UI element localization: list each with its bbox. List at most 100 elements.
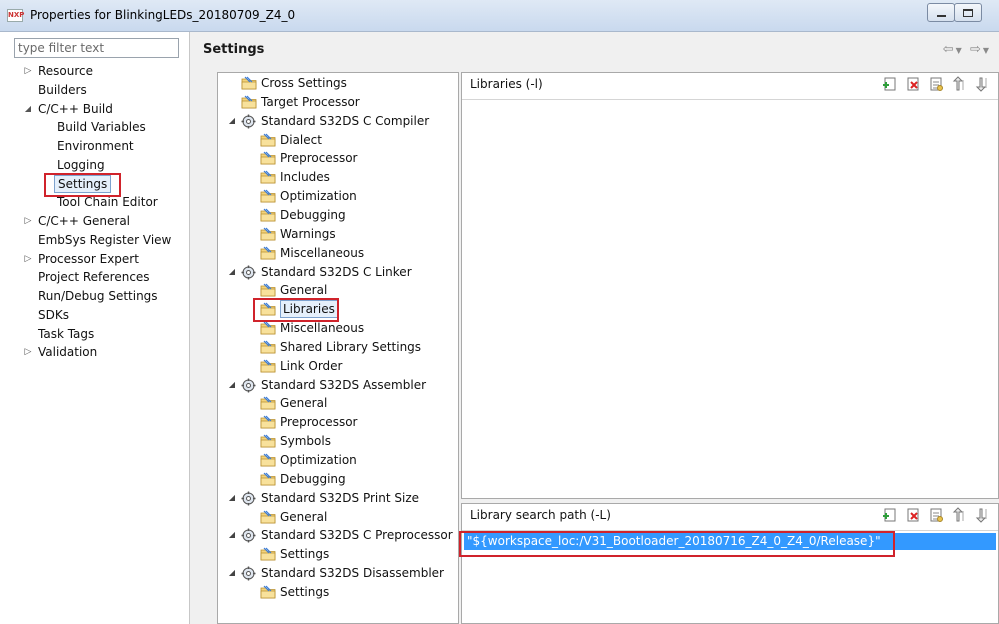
- tool-tree-item-includes[interactable]: Includes: [218, 168, 458, 186]
- tool-tree-item-warnings[interactable]: Warnings: [218, 225, 458, 243]
- tool-tree-item-preprocessor[interactable]: Preprocessor: [218, 413, 458, 431]
- tree-item-validation[interactable]: Validation: [38, 343, 97, 361]
- expanded-twisty-icon[interactable]: [227, 112, 237, 130]
- expanded-twisty-icon[interactable]: [227, 564, 237, 582]
- delete-icon[interactable]: [905, 76, 921, 92]
- expanded-twisty-icon[interactable]: [227, 526, 237, 544]
- tool-tree-item-dialect[interactable]: Dialect: [218, 131, 458, 149]
- tool-tree-item-settings[interactable]: Settings: [218, 583, 458, 601]
- tool-tree-item-optimization[interactable]: Optimization: [218, 187, 458, 205]
- collapsed-twisty-icon[interactable]: [23, 62, 33, 80]
- libraries-group: Libraries (-l): [461, 72, 999, 499]
- tool-tree-item-label: Optimization: [280, 189, 357, 204]
- library-path-row[interactable]: "${workspace_loc:/V31_Bootloader_2018071…: [464, 533, 996, 550]
- tree-item-settings[interactable]: Settings: [54, 174, 112, 193]
- tool-tree-item-general[interactable]: General: [218, 281, 458, 299]
- tree-item-label: Builders: [38, 82, 87, 97]
- forward-menu-chevron-icon[interactable]: ▼: [983, 46, 991, 55]
- tool-gear-icon: [241, 491, 256, 506]
- option-folder-icon: [260, 302, 276, 316]
- tool-tree-item-miscellaneous[interactable]: Miscellaneous: [218, 244, 458, 262]
- tool-tree-item-settings[interactable]: Settings: [218, 545, 458, 563]
- edit-icon[interactable]: [928, 76, 944, 92]
- option-folder-icon: [260, 415, 276, 429]
- tool-settings-tree: Cross Settings Target Processor Standard S…: [217, 72, 459, 624]
- tool-tree-item-debugging[interactable]: Debugging: [218, 470, 458, 488]
- tool-tree-item-miscellaneous[interactable]: Miscellaneous: [218, 319, 458, 337]
- back-menu-chevron-icon[interactable]: ▼: [956, 46, 964, 55]
- tool-tree-item-target-processor[interactable]: Target Processor: [218, 93, 458, 111]
- tool-tree-item-standard-s32ds-print-size[interactable]: Standard S32DS Print Size: [218, 489, 458, 507]
- tool-tree-item-standard-s32ds-c-compiler[interactable]: Standard S32DS C Compiler: [218, 112, 458, 130]
- add-icon[interactable]: [882, 507, 898, 523]
- collapsed-twisty-icon[interactable]: [23, 212, 33, 230]
- tool-tree-item-label: General: [280, 509, 328, 524]
- delete-icon[interactable]: [905, 507, 921, 523]
- tool-tree-item-cross-settings[interactable]: Cross Settings: [218, 74, 458, 92]
- tool-tree-item-shared-library-settings[interactable]: Shared Library Settings: [218, 338, 458, 356]
- expanded-twisty-icon[interactable]: [227, 489, 237, 507]
- collapsed-twisty-icon[interactable]: [23, 343, 33, 361]
- tool-tree-item-standard-s32ds-c-linker[interactable]: Standard S32DS C Linker: [218, 263, 458, 281]
- tool-tree-item-label: Debugging: [280, 207, 346, 222]
- tree-item-label: Resource: [38, 64, 94, 78]
- option-folder-icon: [260, 151, 276, 165]
- expanded-twisty-icon[interactable]: [227, 263, 237, 281]
- tool-tree-item-label: Settings: [280, 547, 330, 562]
- tree-item-environment[interactable]: Environment: [57, 137, 134, 155]
- back-arrow-icon[interactable]: ⇦: [943, 42, 956, 57]
- tool-tree-item-label: Preprocessor: [280, 415, 358, 430]
- minimize-button[interactable]: [927, 3, 955, 22]
- tool-tree-item-standard-s32ds-disassembler[interactable]: Standard S32DS Disassembler: [218, 564, 458, 582]
- library-search-path-list[interactable]: "${workspace_loc:/V31_Bootloader_2018071…: [462, 530, 998, 623]
- tree-item-resource[interactable]: Resource: [38, 62, 93, 80]
- edit-icon[interactable]: [928, 507, 944, 523]
- tool-tree-item-general[interactable]: General: [218, 394, 458, 412]
- move-down-icon[interactable]: [974, 76, 990, 92]
- filter-input[interactable]: [14, 38, 179, 58]
- expanded-twisty-icon[interactable]: [227, 376, 237, 394]
- move-up-icon[interactable]: [951, 507, 967, 523]
- tree-item-c-c-general[interactable]: C/C++ General: [38, 212, 130, 230]
- tree-item-build-variables[interactable]: Build Variables: [57, 118, 146, 136]
- tool-tree-item-label: Miscellaneous: [280, 245, 365, 260]
- tree-item-logging[interactable]: Logging: [57, 156, 105, 174]
- move-up-icon[interactable]: [951, 76, 967, 92]
- option-folder-icon: [260, 321, 276, 335]
- option-folder-icon: [260, 170, 276, 184]
- tool-tree-item-standard-s32ds-c-preprocessor[interactable]: Standard S32DS C Preprocessor: [218, 526, 458, 544]
- tree-item-run-debug-settings[interactable]: Run/Debug Settings: [38, 287, 158, 305]
- minimize-icon: [936, 14, 946, 17]
- collapsed-twisty-icon[interactable]: [23, 250, 33, 268]
- move-down-icon[interactable]: [974, 507, 990, 523]
- tool-tree-item-libraries[interactable]: Libraries: [218, 300, 458, 319]
- option-folder-icon: [260, 189, 276, 203]
- tree-item-processor-expert[interactable]: Processor Expert: [38, 250, 139, 268]
- tool-tree-item-label: Includes: [280, 170, 330, 185]
- tree-item-sdks[interactable]: SDKs: [38, 306, 69, 324]
- add-icon[interactable]: [882, 76, 898, 92]
- tree-item-label: Run/Debug Settings: [38, 289, 158, 303]
- tool-tree-item-link-order[interactable]: Link Order: [218, 357, 458, 375]
- tree-item-project-references[interactable]: Project References: [38, 268, 150, 286]
- tree-item-c-c-build[interactable]: C/C++ Build: [38, 100, 113, 118]
- tool-gear-icon: [241, 378, 256, 393]
- tree-item-task-tags[interactable]: Task Tags: [38, 325, 94, 343]
- tree-item-builders[interactable]: Builders: [38, 81, 87, 99]
- property-page-tree: Resource Builders C/C++ Build Build Variabl…: [0, 32, 190, 624]
- tool-tree-item-label: Miscellaneous: [280, 321, 365, 336]
- tree-item-tool-chain-editor[interactable]: Tool Chain Editor: [57, 193, 158, 211]
- tool-tree-item-symbols[interactable]: Symbols: [218, 432, 458, 450]
- tool-gear-icon: [241, 265, 256, 280]
- maximize-button[interactable]: [954, 3, 982, 22]
- tool-tree-item-optimization[interactable]: Optimization: [218, 451, 458, 469]
- expanded-twisty-icon[interactable]: [23, 100, 33, 118]
- forward-arrow-icon[interactable]: ⇨: [970, 42, 983, 57]
- tool-tree-item-debugging[interactable]: Debugging: [218, 206, 458, 224]
- tool-tree-item-standard-s32ds-assembler[interactable]: Standard S32DS Assembler: [218, 376, 458, 394]
- tool-tree-item-general[interactable]: General: [218, 508, 458, 526]
- tree-item-embsys-register-view[interactable]: EmbSys Register View: [38, 231, 171, 249]
- tool-gear-icon: [241, 528, 256, 543]
- tool-tree-item-preprocessor[interactable]: Preprocessor: [218, 149, 458, 167]
- libraries-list[interactable]: [462, 99, 998, 498]
